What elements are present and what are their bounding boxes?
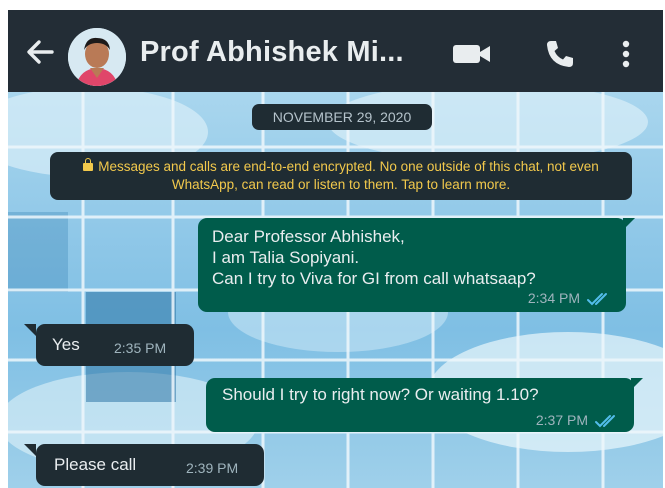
message-bubble-outgoing[interactable]: Dear Professor Abhishek, I am Talia Sopi… <box>198 218 626 312</box>
lock-icon <box>83 158 94 171</box>
message-time: 2:39 PM <box>186 460 239 476</box>
bubble-tail <box>24 444 36 456</box>
read-ticks-icon <box>587 293 607 306</box>
video-call-icon[interactable] <box>452 43 492 65</box>
back-arrow-icon[interactable] <box>22 34 58 70</box>
message-meta: 2:37 PM <box>536 412 624 428</box>
message-bubble-incoming[interactable]: Yes 2:35 PM <box>36 324 194 366</box>
date-separator: NOVEMBER 29, 2020 <box>252 104 432 130</box>
more-options-icon[interactable] <box>620 40 632 70</box>
message-text: Please call <box>54 455 137 474</box>
bubble-tail <box>24 324 36 336</box>
contact-name[interactable]: Prof Abhishek Mi... <box>140 36 404 69</box>
message-time: 2:37 PM <box>535 411 588 428</box>
chat-area[interactable]: NOVEMBER 29, 2020 Messages and calls are… <box>8 92 663 488</box>
message-text: Yes <box>52 335 80 354</box>
message-time: 2:34 PM <box>527 289 580 306</box>
contact-avatar[interactable] <box>68 28 126 86</box>
message-meta: 2:34 PM <box>528 290 616 306</box>
message-bubble-outgoing[interactable]: Should I try to right now? Or waiting 1.… <box>206 378 634 432</box>
read-ticks-icon <box>595 415 615 428</box>
message-time: 2:35 PM <box>114 340 167 356</box>
message-text: Should I try to right now? Or waiting 1.… <box>222 385 539 404</box>
message-text: Dear Professor Abhishek, I am Talia Sopi… <box>212 227 536 288</box>
voice-call-icon[interactable] <box>544 38 576 70</box>
encryption-text: Messages and calls are end-to-end encryp… <box>98 159 599 192</box>
encryption-notice[interactable]: Messages and calls are end-to-end encryp… <box>50 152 632 200</box>
message-bubble-incoming[interactable]: Please call 2:39 PM <box>36 444 264 486</box>
chat-header: Prof Abhishek Mi... <box>8 10 663 92</box>
